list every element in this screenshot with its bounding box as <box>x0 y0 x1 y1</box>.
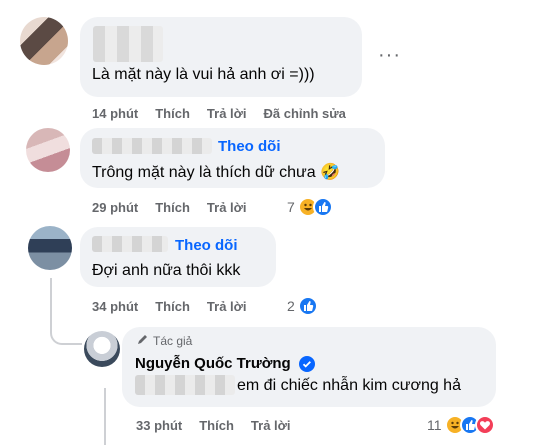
author-badge: Tác giả <box>137 333 192 348</box>
like-react-icon <box>312 197 333 217</box>
author-name[interactable]: Nguyễn Quốc Trường <box>135 355 291 372</box>
comment-actions: 29 phút Thích Trả lời <box>92 200 264 215</box>
reaction-count: 11 <box>427 417 442 433</box>
reaction-count: 7 <box>287 199 295 215</box>
redacted-commenter-name[interactable] <box>92 236 168 252</box>
follow-button[interactable]: Theo dõi <box>218 138 281 155</box>
thread-connector <box>50 278 82 345</box>
edited-label[interactable]: Đã chỉnh sửa <box>264 106 346 121</box>
like-button[interactable]: Thích <box>199 418 234 433</box>
reply-button[interactable]: Trả lời <box>251 418 291 433</box>
thread-connector <box>104 388 106 445</box>
author-badge-label: Tác giả <box>153 333 193 348</box>
commenter-avatar[interactable] <box>26 128 70 172</box>
reaction-summary[interactable]: 11 <box>427 415 495 435</box>
comment-text: Là mặt này là vui hả anh ơi =))) <box>92 66 315 83</box>
pen-icon <box>137 333 149 348</box>
reaction-count: 2 <box>287 298 295 314</box>
reply-actions: 33 phút Thích Trả lời <box>136 418 308 433</box>
reply-button[interactable]: Trả lời <box>207 299 247 314</box>
comment-timestamp[interactable]: 34 phút <box>92 299 138 314</box>
author-avatar[interactable] <box>84 331 120 367</box>
comment-timestamp[interactable]: 29 phút <box>92 200 138 215</box>
comment-actions: 34 phút Thích Trả lời <box>92 299 264 314</box>
comment-text: Trông mặt này là thích dữ chưa 🤣 <box>92 164 340 181</box>
reaction-summary[interactable]: 7 <box>287 197 333 217</box>
commenter-avatar[interactable] <box>28 226 72 270</box>
comment-text: Đợi anh nữa thôi kkk <box>92 262 241 279</box>
redacted-commenter-name[interactable] <box>93 26 163 62</box>
follow-button[interactable]: Theo dõi <box>175 237 238 254</box>
like-button[interactable]: Thích <box>155 299 190 314</box>
verified-badge-icon <box>299 356 315 372</box>
redacted-mention[interactable] <box>135 375 235 395</box>
reply-button[interactable]: Trả lời <box>207 106 247 121</box>
reply-button[interactable]: Trả lời <box>207 200 247 215</box>
comment-timestamp[interactable]: 14 phút <box>92 106 138 121</box>
reply-text: em đi chiếc nhẫn kim cương hả <box>237 377 461 394</box>
comment-actions: 14 phút Thích Trả lời Đã chỉnh sửa <box>92 106 363 121</box>
like-button[interactable]: Thích <box>155 106 190 121</box>
reply-timestamp[interactable]: 33 phút <box>136 418 182 433</box>
like-button[interactable]: Thích <box>155 200 190 215</box>
redacted-commenter-name[interactable] <box>92 138 212 154</box>
reaction-summary[interactable]: 2 <box>287 296 318 316</box>
love-react-icon <box>474 415 495 435</box>
like-react-icon <box>297 296 318 316</box>
more-options-icon[interactable]: ··· <box>378 44 401 67</box>
commenter-avatar[interactable] <box>20 17 68 65</box>
